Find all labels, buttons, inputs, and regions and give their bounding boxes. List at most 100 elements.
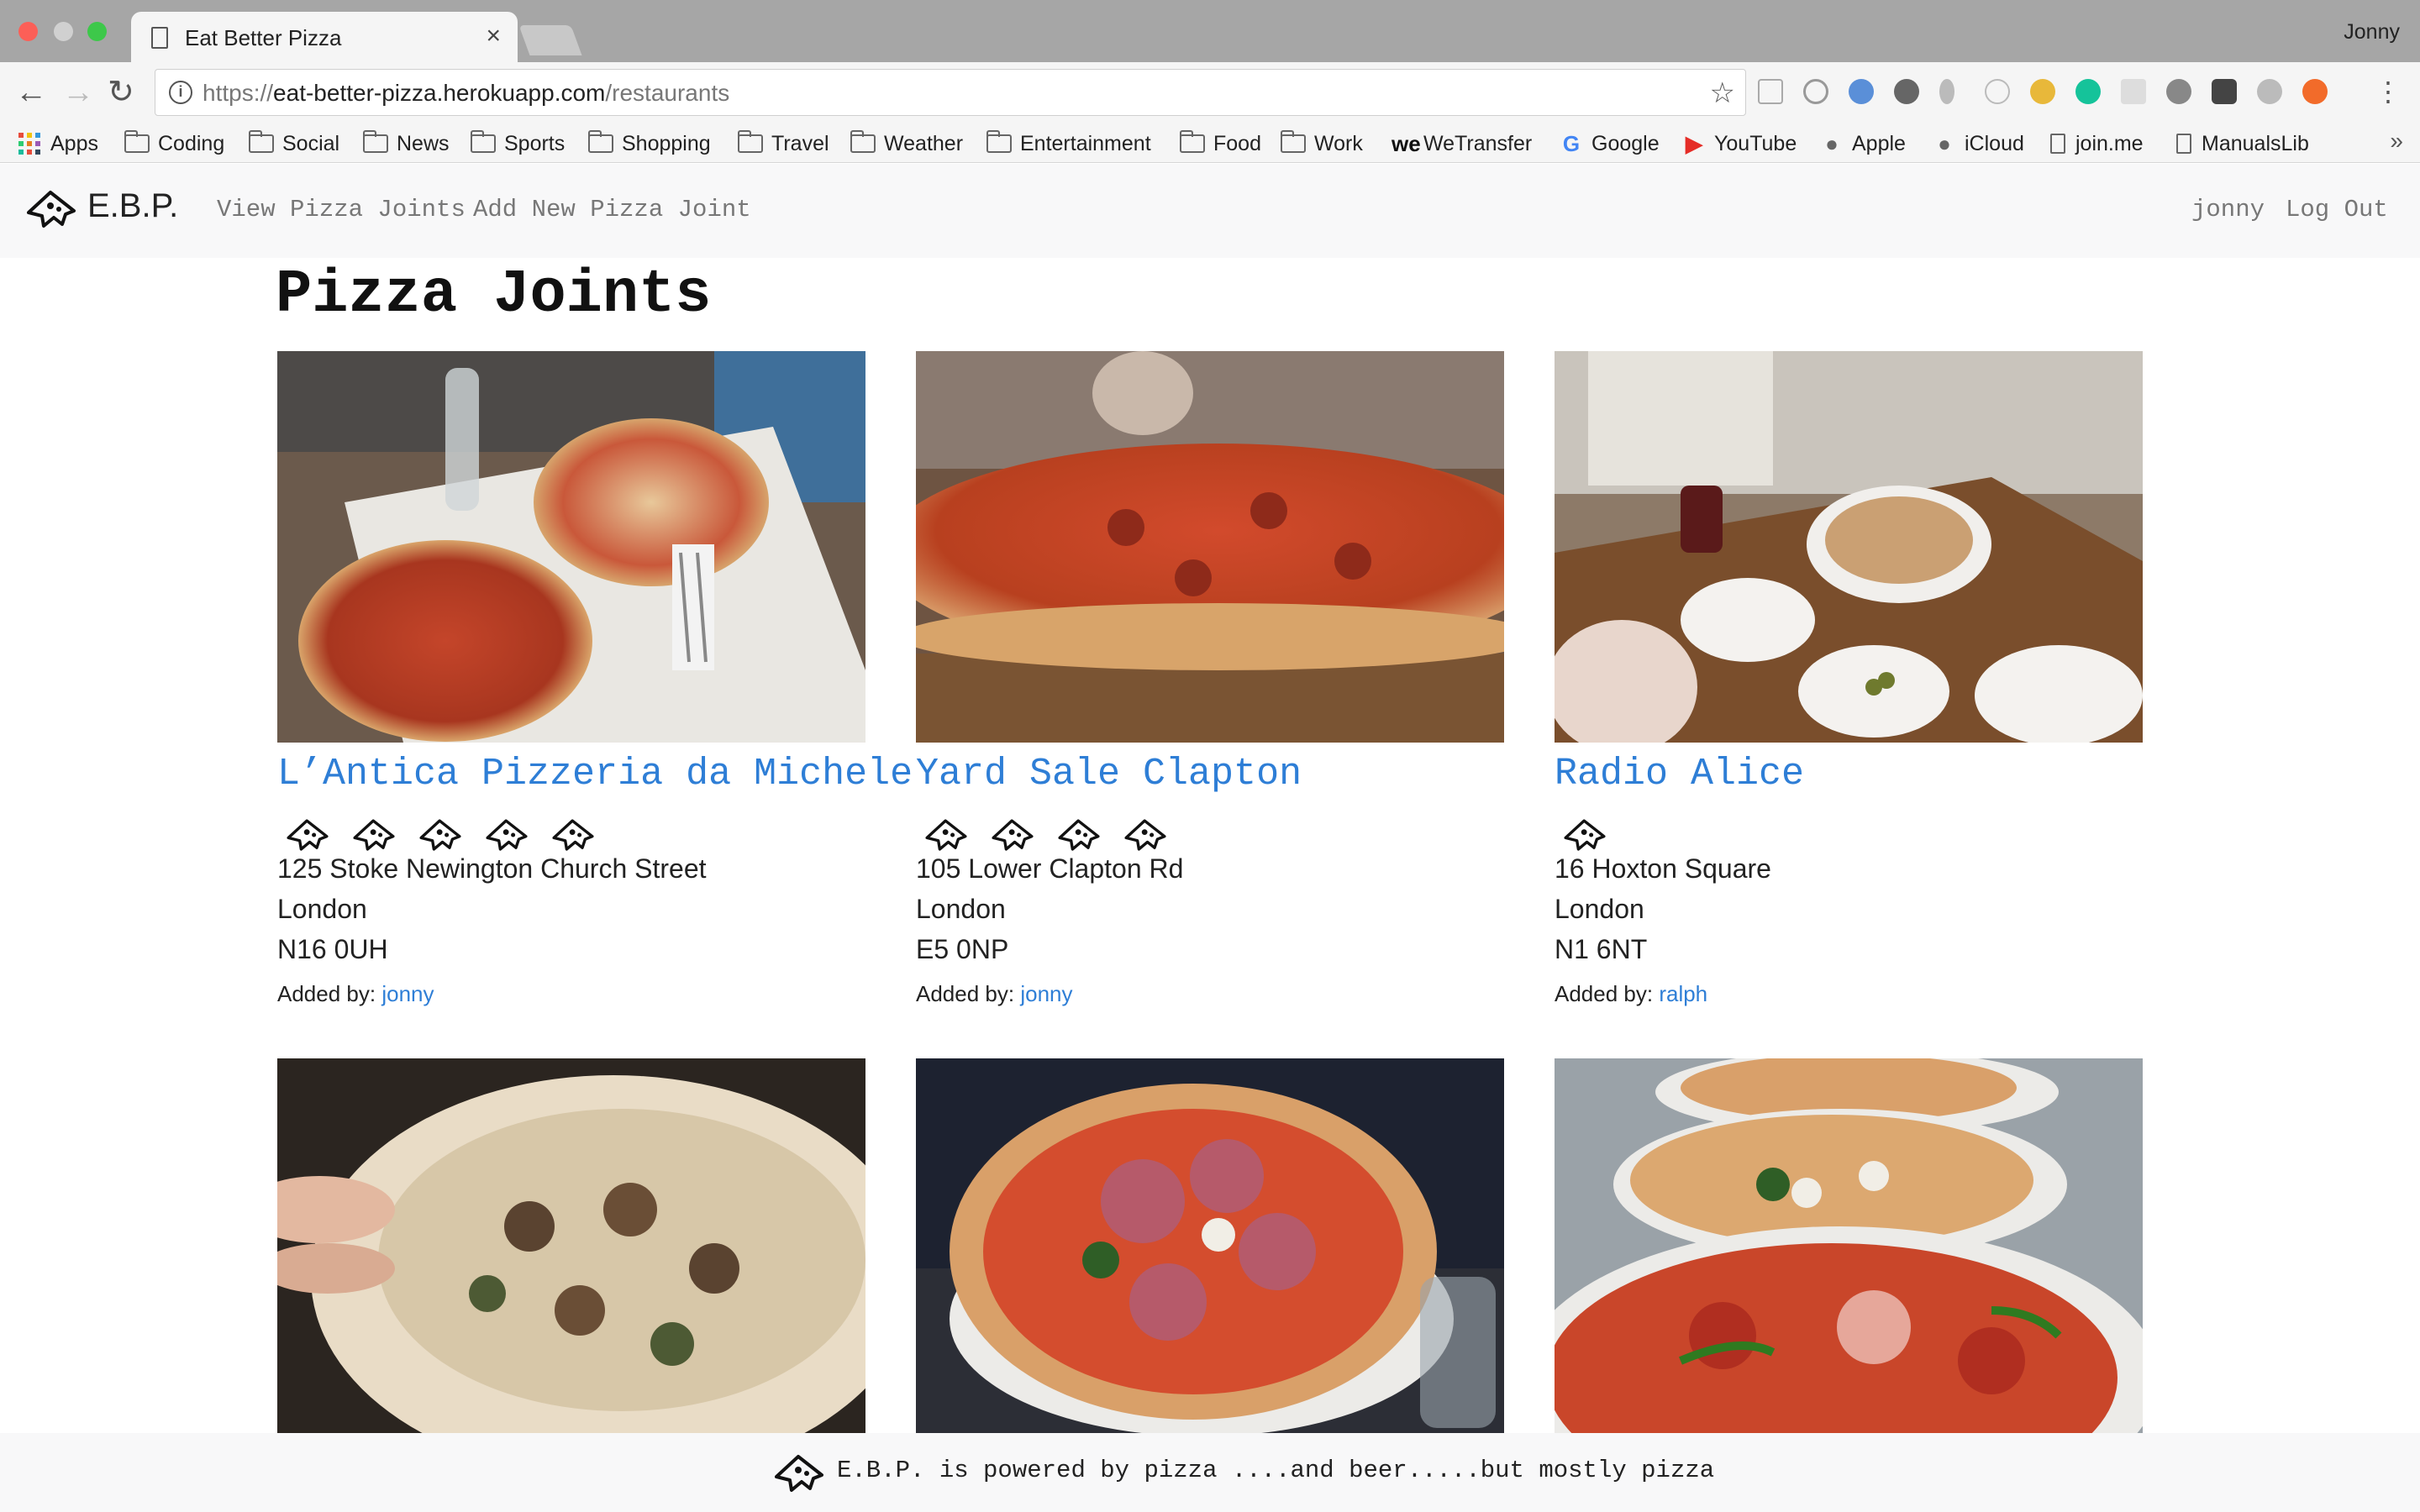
restaurant-card: Radio Alice 16 Hoxton Square London N1 6… xyxy=(1555,351,2143,1015)
added-by-label: Added by: xyxy=(1555,981,1654,1006)
reader-extension-icon[interactable] xyxy=(1758,79,1783,104)
pizza-slice-rating-icon xyxy=(1564,819,1606,851)
restaurant-card: Yard Sale Clapton 105 Lower Clapton Rd L… xyxy=(916,351,1504,1015)
added-by-user-link[interactable]: jonny xyxy=(381,981,434,1006)
apps-grid-icon xyxy=(18,133,40,155)
bookmark-food[interactable]: Food xyxy=(1180,124,1261,163)
bookmark-coding[interactable]: Coding xyxy=(124,124,224,163)
bookmark-label: Social xyxy=(282,131,340,155)
nav-view-pizza-joints[interactable]: View Pizza Joints xyxy=(217,196,466,223)
close-window-button[interactable] xyxy=(18,22,38,41)
browser-menu-icon[interactable]: ⋮ xyxy=(2375,76,2402,108)
browser-tab[interactable]: Eat Better Pizza × xyxy=(131,12,518,62)
nav-logout[interactable]: Log Out xyxy=(2286,196,2388,223)
pizza-logo-icon xyxy=(775,1455,823,1492)
added-by-user-link[interactable]: ralph xyxy=(1659,981,1707,1006)
bookmarks-bar: » Apps Coding Social News Sports Shopping Trav… xyxy=(0,124,2420,163)
bookmark-star-icon[interactable]: ☆ xyxy=(1710,76,1735,110)
tab-close-icon[interactable]: × xyxy=(486,22,501,50)
bookmark-manualslib[interactable]: ManualsLib xyxy=(2176,124,2309,163)
youtube-icon: ▶ xyxy=(1686,130,1702,156)
bookmark-entertainment[interactable]: Entertainment xyxy=(986,124,1151,163)
reload-icon[interactable]: ↻ xyxy=(108,76,134,109)
zoom-window-button[interactable] xyxy=(87,22,107,41)
folder-icon xyxy=(738,130,763,153)
bookmark-label: Sports xyxy=(504,131,566,155)
bookmark-google[interactable]: G Google xyxy=(1560,124,1660,163)
globe-extension-icon[interactable] xyxy=(1894,79,1919,104)
grid-extension-icon[interactable] xyxy=(2121,79,2146,104)
restaurant-photo[interactable] xyxy=(916,351,1504,743)
bookmark-label: Food xyxy=(1213,131,1261,155)
bookmark-youtube[interactable]: ▶ YouTube xyxy=(1682,124,1797,163)
back-arrow-icon[interactable]: ← xyxy=(15,76,47,109)
bookmarks-overflow-icon[interactable]: » xyxy=(2390,128,2403,155)
restaurant-card xyxy=(916,1058,1504,1433)
restaurant-photo[interactable] xyxy=(916,1058,1504,1433)
timer-extension-icon[interactable] xyxy=(1803,79,1828,104)
shield-extension-icon[interactable] xyxy=(1849,79,1874,104)
address-bar[interactable]: i https://eat-better-pizza.herokuapp.com… xyxy=(155,69,1746,116)
bookmark-news[interactable]: News xyxy=(363,124,450,163)
profile-name[interactable]: Jonny xyxy=(2344,20,2400,45)
pizza-slice-rating-icon xyxy=(1058,819,1100,851)
added-by: Added by: ralph xyxy=(1555,981,1707,1007)
rating-stars xyxy=(923,816,1188,857)
color-extension-icon[interactable] xyxy=(2030,79,2055,104)
bookmark-shopping[interactable]: Shopping xyxy=(588,124,711,163)
bookmark-label: iCloud xyxy=(1965,131,2024,155)
bookmark-social[interactable]: Social xyxy=(249,124,339,163)
restaurant-name-link[interactable]: L’Antica Pizzeria da Michele xyxy=(277,753,913,795)
info-icon[interactable]: i xyxy=(169,81,192,104)
restaurant-photo[interactable] xyxy=(1555,1058,2143,1433)
restaurant-card: L’Antica Pizzeria da Michele 125 Stoke N… xyxy=(277,351,913,1015)
app-navbar: E.B.P. View Pizza Joints Add New Pizza J… xyxy=(0,164,2420,258)
pizza-logo-icon[interactable] xyxy=(25,187,77,231)
drive-extension-icon[interactable] xyxy=(2257,79,2282,104)
bookmark-icloud[interactable]: ● iCloud xyxy=(1933,124,2024,163)
forward-arrow-icon[interactable]: → xyxy=(62,76,94,109)
restaurant-photo[interactable] xyxy=(1555,351,2143,743)
grammarly-icon[interactable] xyxy=(2075,79,2101,104)
restaurant-photo[interactable] xyxy=(277,351,865,743)
bug-extension-icon[interactable] xyxy=(2166,79,2191,104)
bookmark-join-me[interactable]: join.me xyxy=(2050,124,2144,163)
bookmark-travel[interactable]: Travel xyxy=(738,124,829,163)
restaurant-photo[interactable] xyxy=(277,1058,865,1433)
restaurant-postcode: N16 0UH xyxy=(277,934,388,964)
bookmark-apple[interactable]: ● Apple xyxy=(1820,124,1906,163)
new-tab-button[interactable] xyxy=(518,25,582,55)
added-by-user-link[interactable]: jonny xyxy=(1020,981,1072,1006)
minimize-window-button[interactable] xyxy=(54,22,73,41)
url-text[interactable]: https://eat-better-pizza.herokuapp.com/r… xyxy=(203,80,729,107)
browser-toolbar: ← → ↻ i https://eat-better-pizza.herokua… xyxy=(0,62,2420,124)
restaurant-name-link[interactable]: Yard Sale Clapton xyxy=(916,753,1302,795)
restaurant-postcode: N1 6NT xyxy=(1555,934,1648,964)
bookmark-work[interactable]: Work xyxy=(1281,124,1363,163)
bookmark-weather[interactable]: Weather xyxy=(850,124,963,163)
footer: E.B.P. is powered by pizza ....and beer.… xyxy=(0,1433,2420,1512)
bookmark-label: Entertainment xyxy=(1020,131,1151,155)
nav-username[interactable]: jonny xyxy=(2191,196,2265,223)
restaurant-name-link[interactable]: Radio Alice xyxy=(1555,753,1804,795)
bookmark-wetransfer[interactable]: we WeTransfer xyxy=(1392,124,1532,163)
page-icon xyxy=(2050,134,2065,154)
orange-extension-icon[interactable] xyxy=(2302,79,2328,104)
circle-extension-icon[interactable] xyxy=(1985,79,2010,104)
brand-name[interactable]: E.B.P. xyxy=(87,187,178,225)
pizza-slice-rating-icon xyxy=(925,819,967,851)
added-by-label: Added by: xyxy=(277,981,376,1006)
url-protocol: https:// xyxy=(203,80,274,106)
url-path: /restaurants xyxy=(605,80,730,106)
nav-add-pizza-joint[interactable]: Add New Pizza Joint xyxy=(473,196,751,223)
apple-icon: ● xyxy=(1825,130,1839,156)
restaurant-street: 16 Hoxton Square xyxy=(1555,853,1771,884)
page-icon xyxy=(151,27,168,49)
restaurant-card xyxy=(1555,1058,2143,1433)
bookmark-apps[interactable]: Apps xyxy=(18,124,98,163)
bookmark-label: YouTube xyxy=(1714,131,1797,155)
bookmark-sports[interactable]: Sports xyxy=(471,124,565,163)
google-icon: G xyxy=(1562,130,1581,156)
dark-extension-icon[interactable] xyxy=(2212,79,2237,104)
pin-extension-icon[interactable] xyxy=(1939,79,1954,104)
